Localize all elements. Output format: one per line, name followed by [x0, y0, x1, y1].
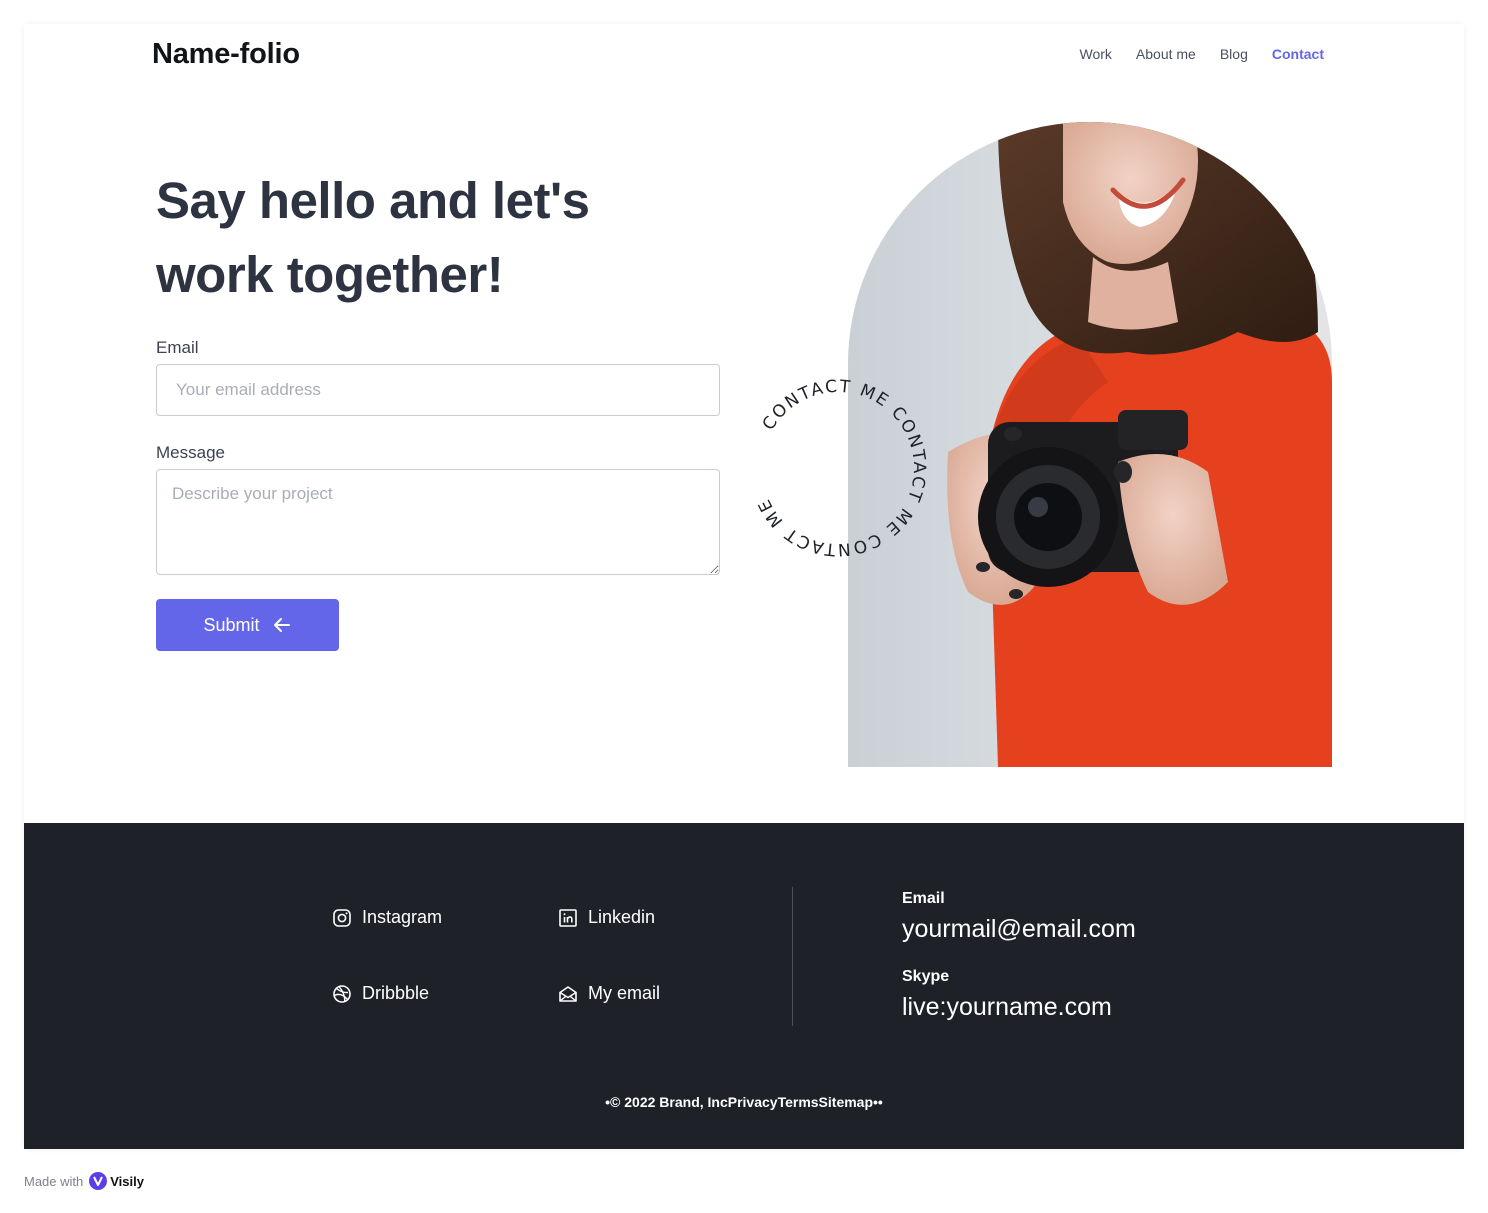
contact-me-badge[interactable]: CONTACT ME CONTACT ME CONTACT ME	[746, 376, 930, 560]
nav-blog[interactable]: Blog	[1220, 46, 1248, 62]
footer-skype-label: Skype	[902, 968, 950, 985]
footer-divider	[792, 887, 793, 1026]
page-title-line-1: Say hello and let's	[156, 172, 590, 229]
brand-logo[interactable]: Name-folio	[152, 38, 300, 71]
message-label: Message	[156, 443, 225, 462]
main-nav: Work About me Blog Contact	[1079, 46, 1324, 62]
page-frame: Name-folio Work About me Blog Contact Sa…	[24, 24, 1464, 1149]
arrow-left-icon	[273, 618, 290, 632]
nav-work[interactable]: Work	[1079, 46, 1111, 62]
linkedin-icon	[559, 908, 577, 927]
nav-about-me[interactable]: About me	[1136, 46, 1196, 62]
email-label: Email	[156, 338, 199, 357]
visily-brand: Visily	[110, 1173, 144, 1189]
social-my-email[interactable]: My email	[558, 983, 660, 1004]
page-title-line-2: work together!	[156, 246, 504, 303]
social-linkedin-label: Linkedin	[588, 907, 656, 927]
made-with-badge[interactable]: Made with Visily	[24, 1172, 144, 1190]
social-dribbble-label: Dribbble	[362, 983, 430, 1003]
social-linkedin[interactable]: Linkedin	[558, 907, 655, 928]
footer-email-value[interactable]: yourmail@email.com	[902, 915, 1136, 944]
page-title: Say hello and let's work together!	[156, 164, 716, 312]
nav-contact[interactable]: Contact	[1272, 46, 1324, 62]
site-footer: Instagram Linkedin Dribbble My email Ema…	[24, 823, 1464, 1149]
envelope-open-icon	[559, 985, 577, 1002]
svg-text:CONTACT ME CONTACT ME CONTACT: CONTACT ME CONTACT ME CONTACT ME	[754, 377, 929, 560]
email-field[interactable]	[156, 364, 720, 416]
social-my-email-label: My email	[588, 983, 661, 1003]
visily-logo: Visily	[89, 1172, 144, 1190]
visily-logo-icon	[89, 1172, 108, 1190]
footer-copyright: •© 2022 Brand, IncPrivacyTermsSitemap••	[605, 1094, 883, 1110]
footer-skype-value[interactable]: live:yourname.com	[902, 993, 1112, 1022]
dribbble-icon	[333, 984, 351, 1003]
submit-button[interactable]: Submit	[156, 599, 339, 651]
submit-label: Submit	[203, 614, 260, 635]
instagram-icon	[333, 908, 351, 927]
badge-text: CONTACT ME CONTACT ME CONTACT ME	[754, 377, 927, 560]
footer-email-label: Email	[902, 890, 945, 907]
social-dribbble[interactable]: Dribbble	[332, 983, 429, 1004]
social-instagram[interactable]: Instagram	[332, 907, 442, 928]
social-instagram-label: Instagram	[362, 907, 443, 927]
message-textarea[interactable]	[156, 469, 720, 575]
made-with-prefix: Made with	[24, 1173, 84, 1189]
